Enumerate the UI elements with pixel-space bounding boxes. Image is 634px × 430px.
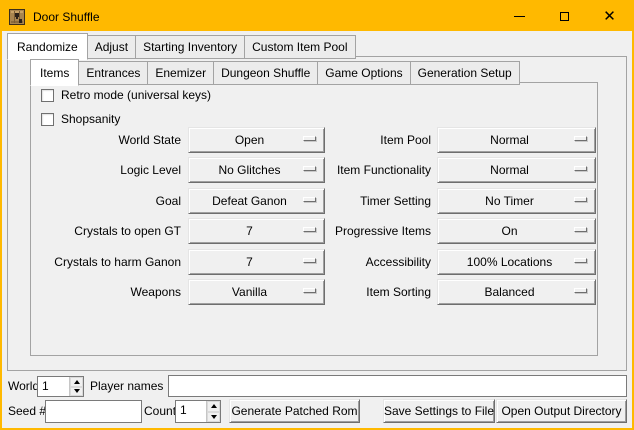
close-button[interactable]: ✕ — [587, 2, 632, 31]
item-functionality-label: Item Functionality — [283, 157, 431, 183]
worlds-spin-arrows — [69, 377, 83, 396]
minimize-icon — [514, 16, 525, 17]
item-functionality-dropdown[interactable]: Normal — [437, 157, 596, 183]
world-state-value: Open — [235, 133, 278, 147]
worlds-spin-up-button[interactable] — [70, 377, 83, 387]
tab-dungeon-shuffle[interactable]: Dungeon Shuffle — [213, 61, 318, 85]
shopsanity-label: Shopsanity — [61, 112, 120, 126]
door-icon — [9, 9, 25, 25]
tab-adjust[interactable]: Adjust — [87, 35, 136, 59]
item-pool-dropdown[interactable]: Normal — [437, 127, 596, 153]
crystals-ganon-value: 7 — [246, 255, 267, 269]
tab-generation-setup[interactable]: Generation Setup — [410, 61, 520, 85]
tab-game-options[interactable]: Game Options — [317, 61, 410, 85]
arrow-up-icon — [74, 380, 80, 384]
timer-setting-dropdown[interactable]: No Timer — [437, 188, 596, 214]
worlds-value: 1 — [38, 377, 69, 396]
dropdown-indicator-icon — [574, 166, 587, 171]
item-sorting-value: Balanced — [484, 285, 548, 299]
progressive-items-label: Progressive Items — [283, 218, 431, 244]
shopsanity-checkbox[interactable] — [41, 113, 54, 126]
worlds-spin-down-button[interactable] — [70, 387, 83, 397]
window-title: Door Shuffle — [33, 10, 100, 24]
progressive-items-dropdown[interactable]: On — [437, 218, 596, 244]
item-pool-label: Item Pool — [283, 127, 431, 153]
arrow-up-icon — [211, 404, 217, 408]
arrow-down-icon — [74, 389, 80, 393]
tab-entrances[interactable]: Entrances — [78, 61, 148, 85]
player-names-label: Player names — [90, 376, 163, 397]
dropdown-indicator-icon — [574, 288, 587, 293]
weapons-value: Vanilla — [232, 285, 281, 299]
tab-starting-inventory[interactable]: Starting Inventory — [135, 35, 245, 59]
tab-randomize[interactable]: Randomize — [7, 33, 88, 60]
count-spin-up-button[interactable] — [207, 401, 220, 412]
world-state-label: World State — [31, 127, 181, 153]
tab-custom-item-pool[interactable]: Custom Item Pool — [244, 35, 355, 59]
inner-tab-bar: Items Entrances Enemizer Dungeon Shuffle… — [30, 59, 519, 85]
logic-level-label: Logic Level — [31, 157, 181, 183]
save-settings-button[interactable]: Save Settings to File — [383, 399, 495, 423]
app-body: Randomize Adjust Starting Inventory Cust… — [2, 31, 632, 428]
tab-items[interactable]: Items — [30, 59, 79, 86]
player-names-input[interactable] — [168, 375, 627, 397]
worlds-spinbox[interactable]: 1 — [37, 376, 84, 397]
count-value: 1 — [176, 401, 206, 422]
count-spinbox[interactable]: 1 — [175, 400, 221, 423]
shopsanity-row: Shopsanity — [41, 111, 120, 127]
timer-setting-value: No Timer — [485, 194, 548, 208]
weapons-label: Weapons — [31, 279, 181, 305]
goal-label: Goal — [31, 188, 181, 214]
progressive-items-value: On — [501, 224, 531, 238]
titlebar: Door Shuffle ✕ — [2, 2, 632, 31]
item-sorting-dropdown[interactable]: Balanced — [437, 279, 596, 305]
seed-input[interactable] — [45, 400, 142, 423]
maximize-icon — [560, 12, 569, 21]
crystals-gt-value: 7 — [246, 224, 267, 238]
open-output-directory-button[interactable]: Open Output Directory — [496, 399, 627, 423]
retro-mode-row: Retro mode (universal keys) — [41, 87, 211, 103]
outer-tab-bar: Randomize Adjust Starting Inventory Cust… — [7, 33, 355, 59]
app-window: Door Shuffle ✕ Randomize Adjust Starting… — [0, 0, 634, 430]
generate-patched-rom-button[interactable]: Generate Patched Rom — [229, 399, 360, 423]
tab-enemizer[interactable]: Enemizer — [147, 61, 214, 85]
timer-setting-label: Timer Setting — [283, 188, 431, 214]
count-label: Count — [144, 400, 176, 423]
seed-label: Seed # — [8, 400, 46, 423]
count-spin-arrows — [206, 401, 220, 422]
item-sorting-label: Item Sorting — [283, 279, 431, 305]
dropdown-indicator-icon — [574, 197, 587, 202]
item-functionality-value: Normal — [490, 163, 543, 177]
accessibility-dropdown[interactable]: 100% Locations — [437, 249, 596, 275]
window-controls: ✕ — [497, 2, 632, 31]
dropdown-indicator-icon — [574, 136, 587, 141]
retro-mode-label: Retro mode (universal keys) — [61, 88, 211, 102]
maximize-button[interactable] — [542, 2, 587, 31]
crystals-ganon-label: Crystals to harm Ganon — [31, 249, 181, 275]
accessibility-value: 100% Locations — [467, 255, 566, 269]
crystals-gt-label: Crystals to open GT — [31, 218, 181, 244]
dropdown-indicator-icon — [574, 227, 587, 232]
item-pool-value: Normal — [490, 133, 543, 147]
retro-mode-checkbox[interactable] — [41, 89, 54, 102]
accessibility-label: Accessibility — [283, 249, 431, 275]
close-icon: ✕ — [603, 9, 616, 24]
dropdown-indicator-icon — [574, 258, 587, 263]
minimize-button[interactable] — [497, 2, 542, 31]
count-spin-down-button[interactable] — [207, 412, 220, 423]
items-tab-panel: Retro mode (universal keys) Shopsanity W… — [30, 82, 598, 356]
arrow-down-icon — [211, 415, 217, 419]
